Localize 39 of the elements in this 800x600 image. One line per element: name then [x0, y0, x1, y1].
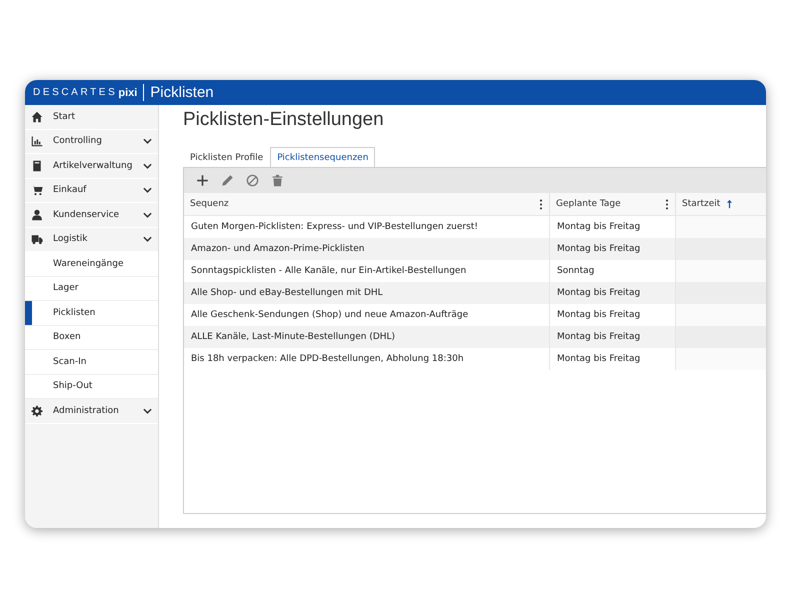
sidebar-subitem[interactable]: Wareneingänge: [25, 252, 158, 276]
sidebar-subitem[interactable]: Ship-Out: [25, 374, 158, 399]
brand-logo: DESCARTES: [33, 87, 118, 98]
person-icon: [31, 208, 43, 221]
sidebar-subitem[interactable]: Scan-In: [25, 350, 158, 374]
sidebar-item[interactable]: Controlling: [25, 130, 158, 154]
chevron-down-icon: [143, 212, 152, 218]
column-menu-icon[interactable]: [665, 198, 669, 210]
table-cell: Bis 18h verpacken: Alle DPD-Bestellungen, Abholung 18:30h: [184, 348, 550, 370]
prohibited-icon[interactable]: [246, 174, 259, 187]
page-title: Picklisten-Einstellungen: [183, 109, 385, 132]
tab[interactable]: Picklistensequenzen: [270, 147, 376, 167]
truck-icon: [31, 233, 43, 246]
sidebar-subitem[interactable]: Lager: [25, 276, 158, 301]
chevron-down-icon: [143, 138, 152, 144]
trash-icon[interactable]: [271, 174, 284, 187]
chevron-down-icon: [143, 408, 152, 414]
chevron-down-icon: [143, 236, 152, 242]
book-icon: [31, 160, 43, 172]
product-logo: pixi: [118, 86, 138, 98]
column-header[interactable]: Sequenz: [184, 193, 550, 215]
pencil-icon[interactable]: [221, 174, 234, 187]
bar-chart-icon: [31, 135, 43, 148]
tab[interactable]: Picklisten Profile: [183, 147, 270, 167]
sidebar-subitem[interactable]: Picklisten: [25, 301, 158, 326]
table-cell: Montag bis Freitag: [550, 348, 676, 370]
chevron-down-icon: [143, 187, 152, 194]
chevron-down-icon: [143, 162, 152, 169]
home-icon: [31, 110, 43, 123]
sidebar-subitem[interactable]: Boxen: [25, 326, 158, 350]
sidebar-item[interactable]: Logistik: [25, 228, 158, 252]
settings-icon: [31, 404, 43, 417]
sidebar-item[interactable]: Einkauf: [25, 178, 158, 203]
cart-icon: [31, 184, 43, 196]
plus-icon[interactable]: [196, 174, 209, 187]
app-title: Picklisten: [150, 84, 214, 101]
column-header[interactable]: Geplante Tage: [550, 193, 676, 215]
column-header[interactable]: Startzeit: [676, 193, 766, 215]
column-menu-icon[interactable]: [539, 198, 543, 210]
